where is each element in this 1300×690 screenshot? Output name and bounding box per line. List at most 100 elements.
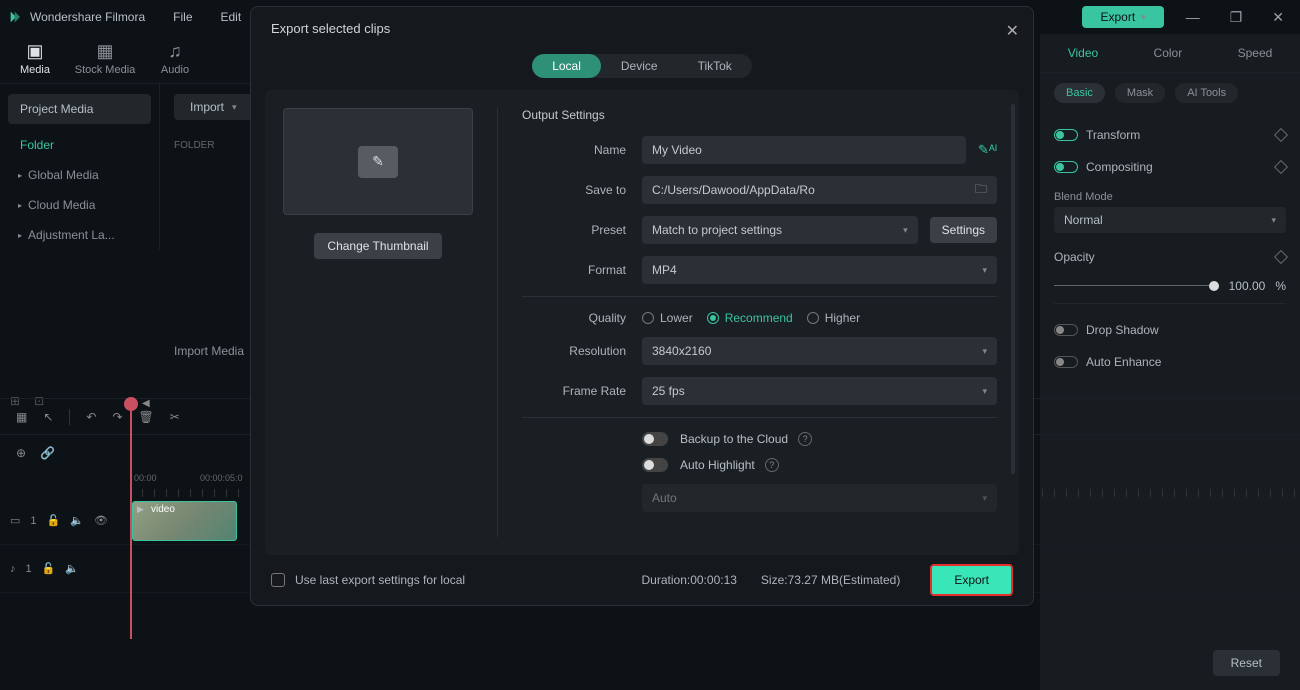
opacity-slider[interactable]: 100.00% — [1054, 279, 1286, 293]
lock-icon[interactable]: 🔓 — [47, 514, 61, 527]
import-media-placeholder[interactable]: Import Media — [174, 344, 244, 358]
format-select[interactable]: MP4▾ — [642, 256, 997, 284]
sidebar-global-media[interactable]: ▸Global Media — [0, 160, 159, 190]
export-tab-tiktok[interactable]: TikTok — [678, 54, 752, 78]
name-input[interactable] — [642, 136, 966, 164]
opacity-label: Opacity — [1054, 250, 1095, 264]
sidebar-cloud-media[interactable]: ▸Cloud Media — [0, 190, 159, 220]
dropshadow-label: Drop Shadow — [1086, 323, 1159, 337]
clip-video-icon: ▶ — [137, 504, 144, 515]
use-last-export-checkbox[interactable] — [271, 573, 285, 587]
export-button[interactable]: Export — [930, 564, 1013, 596]
chevron-down-icon: ▾ — [982, 265, 987, 276]
chevron-down-icon: ▾ — [1271, 215, 1276, 226]
marker-icon[interactable]: ⊕ — [16, 446, 26, 460]
inspector-subtab-basic[interactable]: Basic — [1054, 83, 1105, 103]
mute-icon[interactable]: 🔈 — [65, 562, 79, 575]
triangle-icon: ▸ — [18, 201, 22, 210]
media-icon: ▣ — [26, 41, 43, 62]
audio-icon: ♫ — [168, 41, 182, 62]
close-icon[interactable]: ✕ — [1006, 21, 1019, 41]
preset-settings-button[interactable]: Settings — [930, 217, 997, 243]
redo-icon[interactable]: ↷ — [112, 410, 122, 424]
sidebar-folder[interactable]: Folder — [0, 130, 159, 160]
project-media-button[interactable]: Project Media — [8, 94, 151, 124]
export-tab-local[interactable]: Local — [532, 54, 601, 78]
stock-media-icon: ▦ — [96, 41, 113, 62]
media-source-tabs: ▣Media ▦Stock Media ♫Audio — [0, 34, 250, 84]
format-label: Format — [522, 263, 642, 277]
inspector-tab-color[interactable]: Color — [1144, 42, 1193, 64]
inspector-subtab-mask[interactable]: Mask — [1115, 83, 1165, 103]
ai-name-icon[interactable]: ✎ᴬᴵ — [978, 142, 997, 158]
lock-icon[interactable]: 🔓 — [42, 562, 56, 575]
triangle-icon: ▸ — [18, 171, 22, 180]
output-settings-header: Output Settings — [522, 108, 997, 122]
keyframe-diamond-icon[interactable] — [1274, 128, 1288, 142]
chevron-down-icon: ▾ — [1141, 12, 1146, 23]
resolution-select[interactable]: 3840x2160▾ — [642, 337, 997, 365]
framerate-label: Frame Rate — [522, 384, 642, 398]
grid-icon[interactable]: ▦ — [16, 410, 27, 424]
saveto-input[interactable]: C:/Users/Dawood/AppData/Ro🗀 — [642, 176, 997, 204]
triangle-icon: ▸ — [18, 231, 22, 240]
autoenhance-toggle[interactable] — [1054, 356, 1078, 368]
export-size: Size:73.27 MB(Estimated) — [761, 573, 900, 587]
quality-lower-radio[interactable]: Lower — [642, 311, 693, 325]
auto-highlight-toggle[interactable] — [642, 458, 668, 472]
scrollbar[interactable] — [1011, 104, 1015, 474]
export-tab-device[interactable]: Device — [601, 54, 678, 78]
quality-higher-radio[interactable]: Higher — [807, 311, 860, 325]
eye-icon[interactable]: 👁 — [94, 514, 108, 527]
toolbar-export-button[interactable]: Export▾ — [1082, 6, 1163, 28]
keyframe-diamond-icon[interactable] — [1274, 160, 1288, 174]
trash-icon[interactable]: 🗑 — [139, 410, 154, 424]
tab-audio[interactable]: ♫Audio — [140, 34, 210, 83]
dropshadow-toggle[interactable] — [1054, 324, 1078, 336]
transform-label: Transform — [1086, 128, 1140, 142]
menu-file[interactable]: File — [173, 10, 192, 24]
compositing-toggle[interactable] — [1054, 161, 1078, 173]
close-window-button[interactable]: ✕ — [1264, 9, 1292, 26]
chevron-down-icon: ▾ — [232, 102, 237, 113]
backup-cloud-toggle[interactable] — [642, 432, 668, 446]
quality-label: Quality — [522, 311, 642, 325]
media-sidebar: Project Media Folder ▸Global Media ▸Clou… — [0, 84, 160, 250]
video-clip[interactable]: ▶ video — [132, 501, 237, 541]
quality-recommend-radio[interactable]: Recommend — [707, 311, 793, 325]
import-dropdown[interactable]: Import▾ — [174, 94, 253, 120]
playhead[interactable] — [130, 399, 132, 639]
menu-edit[interactable]: Edit — [221, 10, 242, 24]
pointer-icon[interactable]: ↖ — [43, 410, 53, 424]
change-thumbnail-button[interactable]: Change Thumbnail — [314, 233, 442, 259]
info-icon[interactable]: ? — [765, 458, 779, 472]
cut-icon[interactable]: ✂ — [170, 410, 180, 424]
edit-thumbnail-icon[interactable]: ✎ — [358, 146, 398, 178]
export-tab-group: Local Device TikTok — [532, 54, 752, 78]
inspector-tab-video[interactable]: Video — [1058, 42, 1108, 64]
inspector-subtab-aitools[interactable]: AI Tools — [1175, 83, 1238, 103]
preset-select[interactable]: Match to project settings▾ — [642, 216, 918, 244]
framerate-select[interactable]: 25 fps▾ — [642, 377, 997, 405]
folder-icon[interactable]: 🗀 — [975, 180, 987, 201]
backup-cloud-label: Backup to the Cloud — [680, 432, 788, 446]
tab-media[interactable]: ▣Media — [0, 34, 70, 83]
chevron-down-icon: ▾ — [903, 225, 908, 236]
minimize-button[interactable]: — — [1178, 9, 1208, 25]
blendmode-label: Blend Mode — [1054, 191, 1286, 203]
opacity-value: 100.00 — [1229, 279, 1266, 293]
blendmode-select[interactable]: Normal▾ — [1054, 207, 1286, 233]
keyframe-diamond-icon[interactable] — [1274, 250, 1288, 264]
maximize-button[interactable]: ❐ — [1222, 9, 1251, 26]
tab-stock-media[interactable]: ▦Stock Media — [70, 34, 140, 83]
video-track-icon: ▭ — [10, 514, 20, 527]
mute-icon[interactable]: 🔈 — [70, 514, 84, 527]
transform-toggle[interactable] — [1054, 129, 1078, 141]
info-icon[interactable]: ? — [798, 432, 812, 446]
inspector-tab-speed[interactable]: Speed — [1228, 42, 1283, 64]
thumbnail-preview: ✎ — [283, 108, 473, 215]
use-last-export-label: Use last export settings for local — [295, 573, 465, 587]
undo-icon[interactable]: ↶ — [86, 410, 96, 424]
sidebar-adjustment-layer[interactable]: ▸Adjustment La... — [0, 220, 159, 250]
link-icon[interactable]: 🔗 — [40, 446, 55, 460]
